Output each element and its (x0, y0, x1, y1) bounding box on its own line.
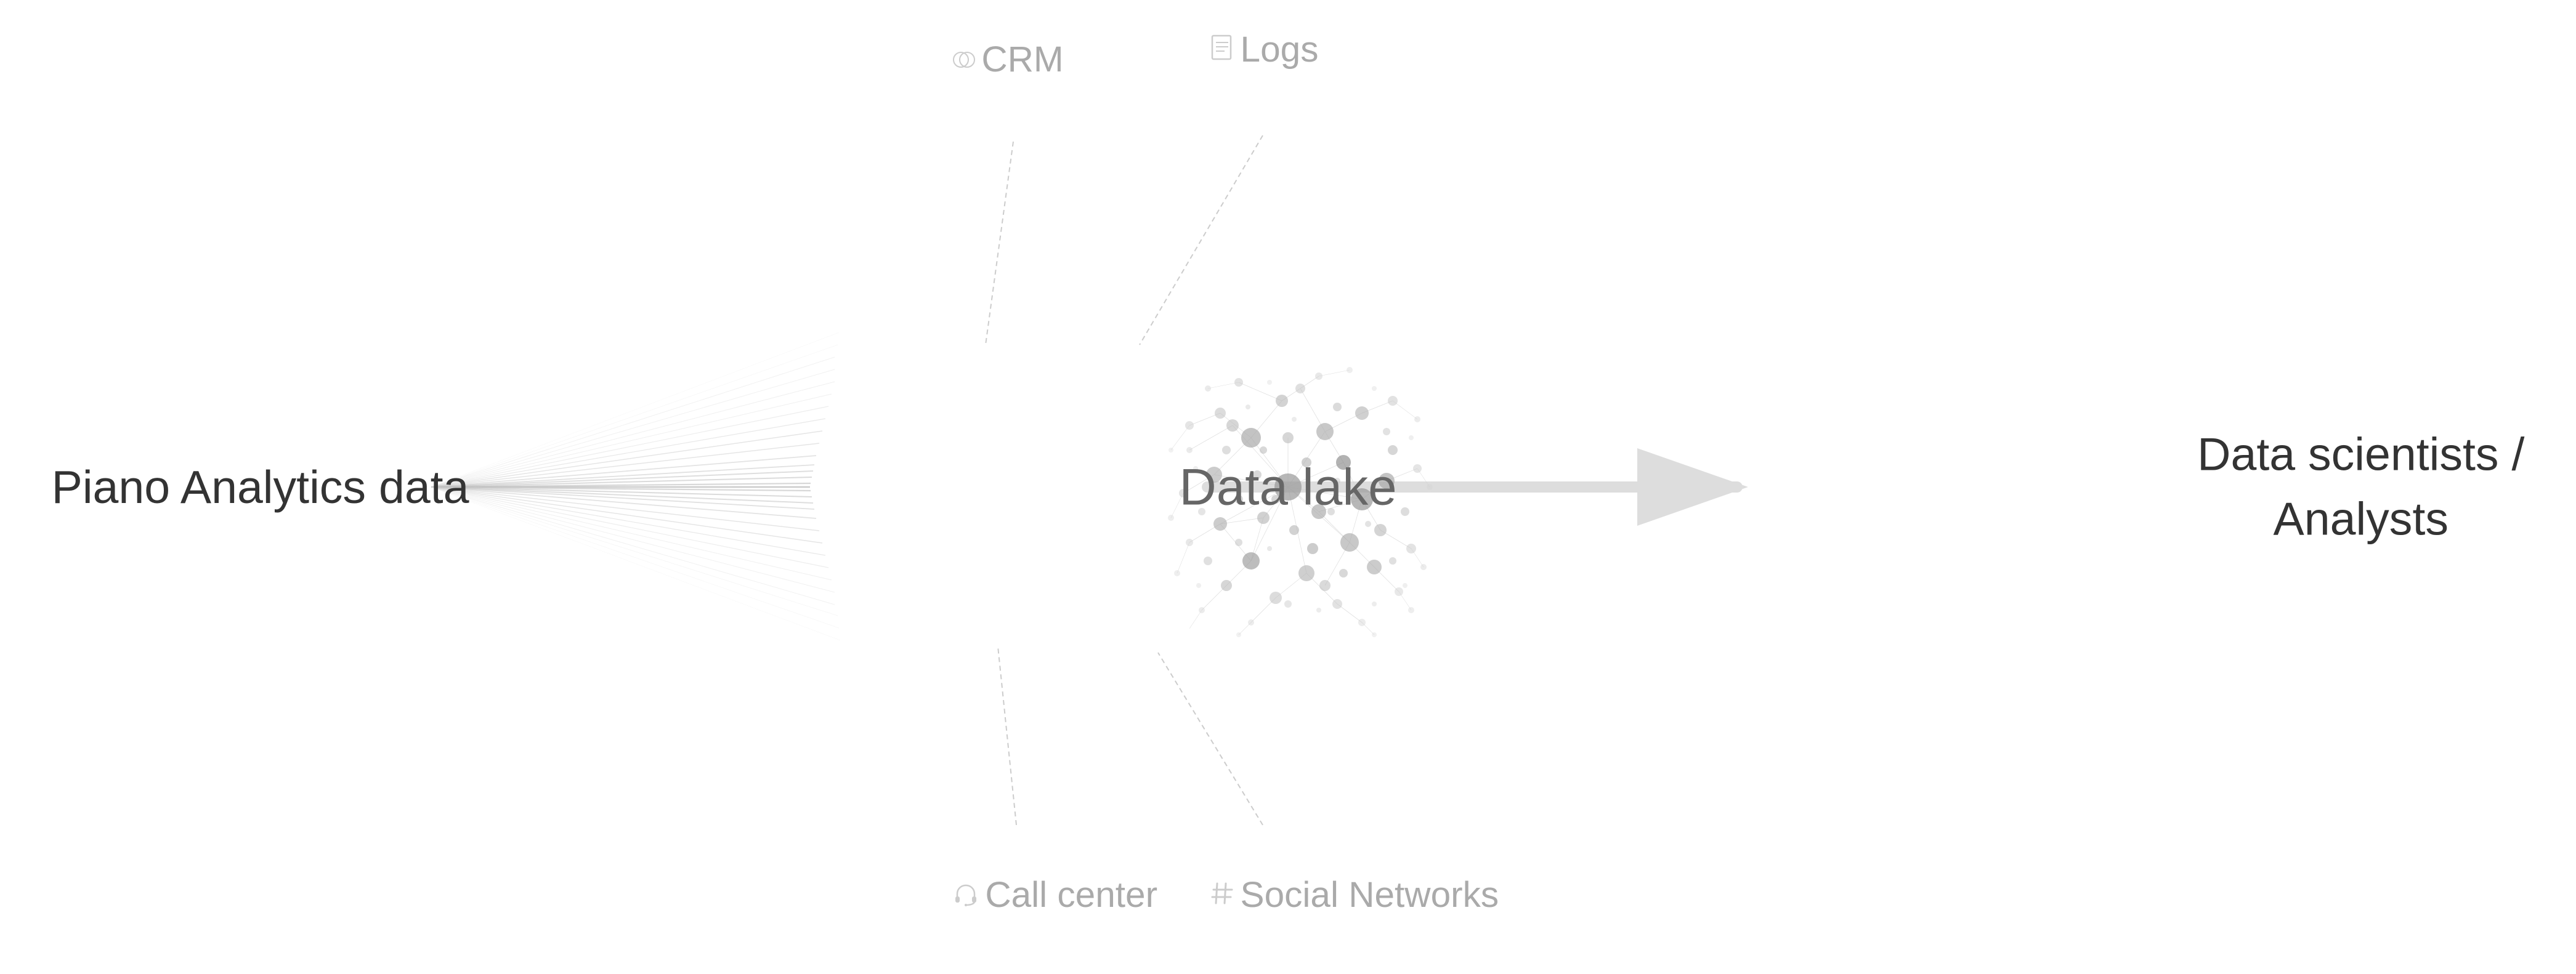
logs-text: Logs (1241, 29, 1319, 70)
social-networks-label-group: Social Networks (1211, 874, 1499, 916)
data-lake-cluster (1128, 327, 1448, 647)
social-dashed-line (1158, 653, 1263, 825)
logs-label-group: Logs (1211, 29, 1319, 70)
piano-analytics-label: Piano Analytics data (52, 461, 469, 513)
cluster-nodes (1168, 367, 1433, 637)
social-networks-icon (1211, 880, 1234, 910)
call-center-label-group: Call center (953, 874, 1157, 916)
logs-icon (1211, 34, 1234, 65)
data-scientists-label: Data scientists / Analysts (2197, 422, 2524, 552)
cluster-connections (1171, 370, 1430, 635)
call-center-icon (953, 880, 979, 909)
crm-text: CRM (981, 39, 1063, 80)
main-scene: Data lake Piano Analytics data Data scie… (0, 0, 2576, 974)
crm-dashed-line (986, 142, 1013, 345)
crm-icon (953, 49, 975, 71)
crm-label-group: CRM (953, 39, 1063, 80)
call-center-text: Call center (985, 874, 1157, 916)
social-networks-text: Social Networks (1241, 874, 1499, 916)
cluster-svg (1128, 327, 1448, 647)
callcenter-dashed-line (998, 646, 1016, 825)
logs-dashed-line (1140, 135, 1263, 345)
funnel-lines (431, 332, 840, 640)
